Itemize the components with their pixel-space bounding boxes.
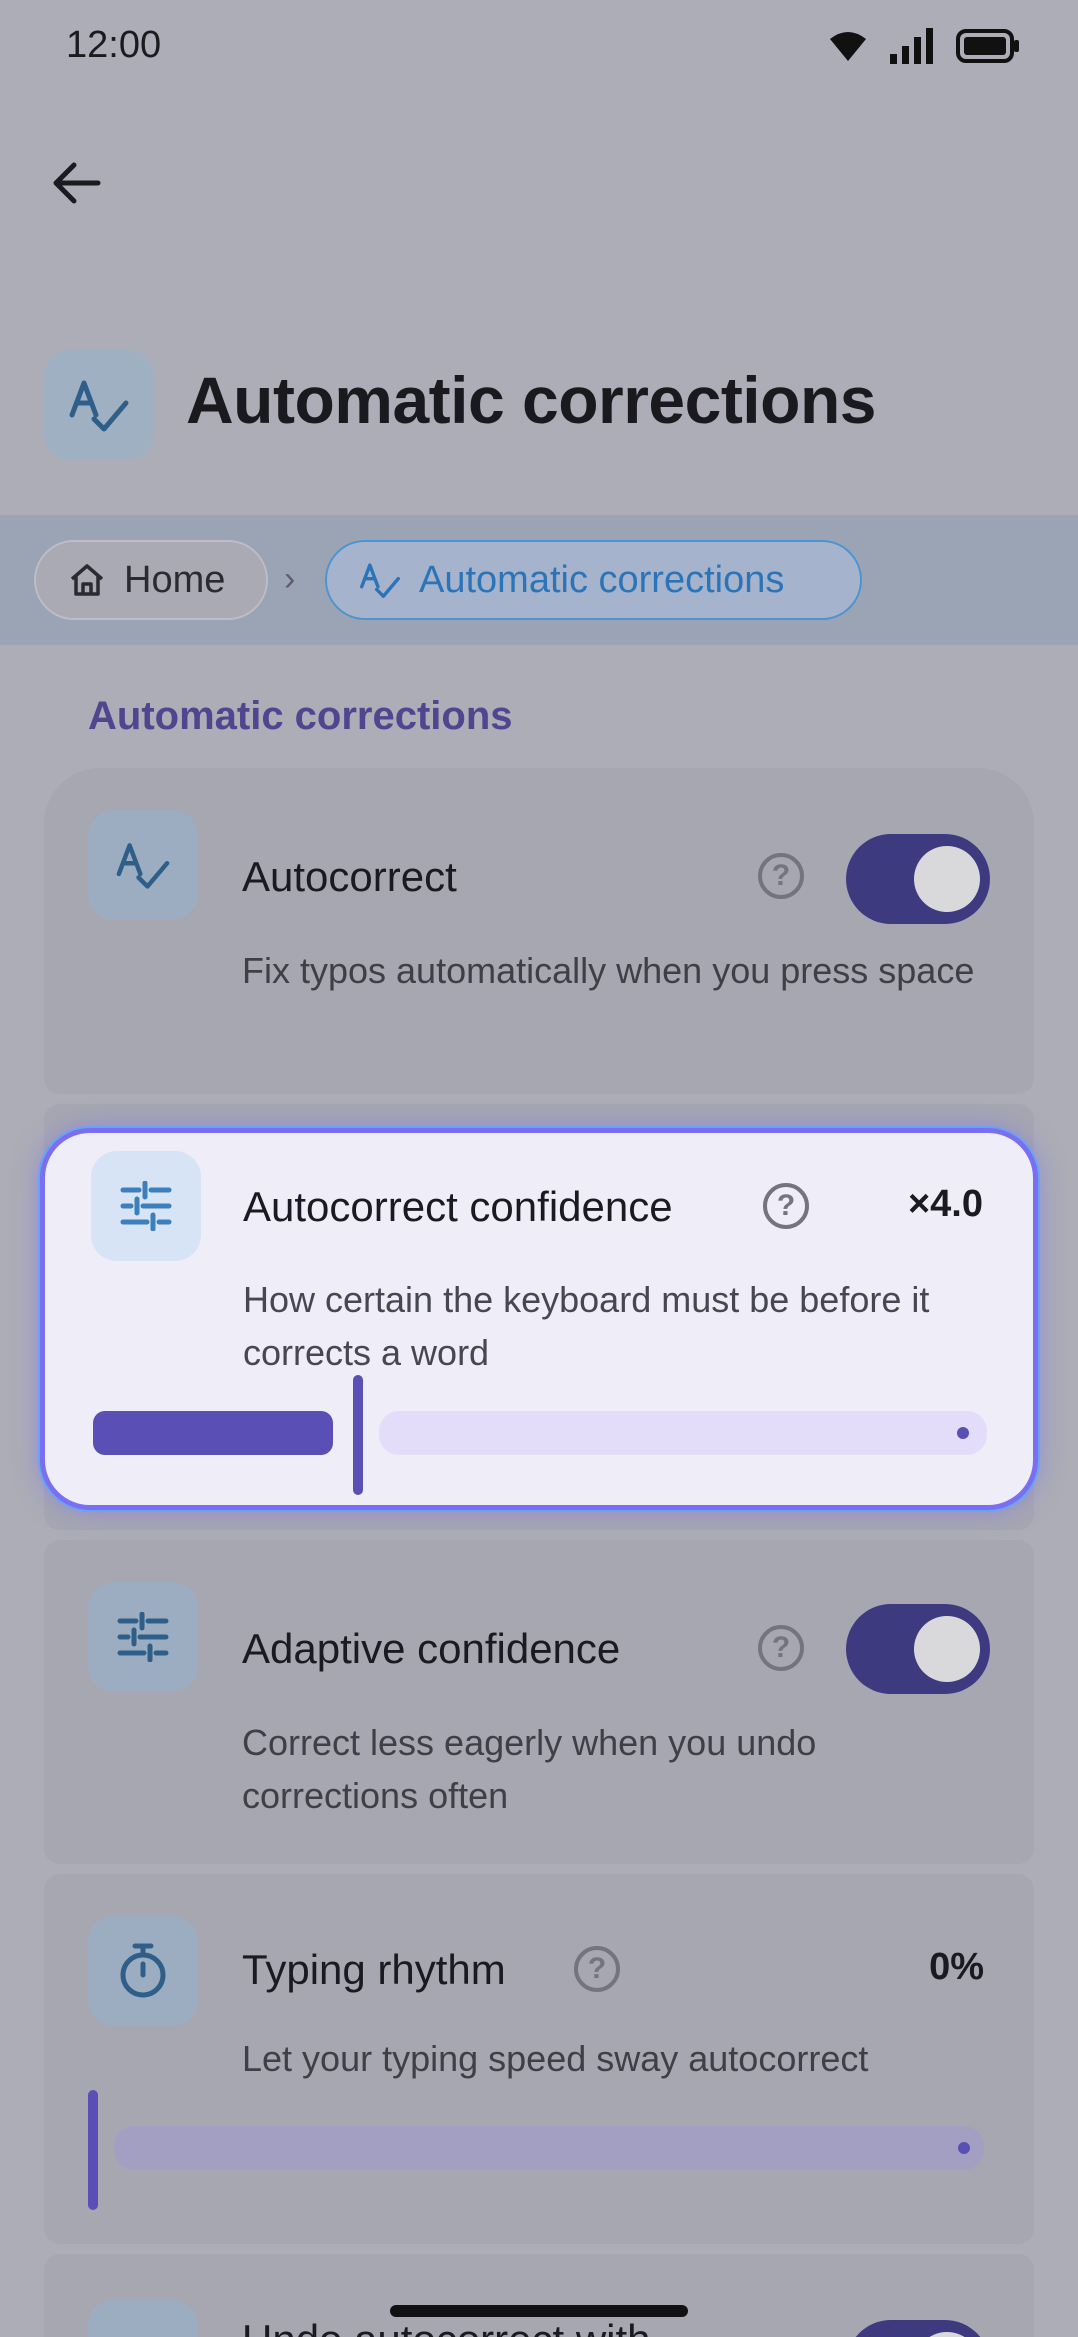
help-icon[interactable]: ? xyxy=(574,1946,620,1992)
slider-end-dot xyxy=(957,1427,969,1439)
autocorrect-toggle[interactable] xyxy=(846,834,990,924)
typing-rhythm-setting: Typing rhythm ? 0% Let your typing speed… xyxy=(44,1874,1034,2244)
status-bar: 12:00 xyxy=(0,0,1078,100)
sliders-icon xyxy=(91,1151,201,1261)
back-button[interactable] xyxy=(44,150,110,216)
slider-track xyxy=(379,1411,987,1455)
timer-icon xyxy=(88,1916,198,2026)
autocorrect-confidence-description: How certain the keyboard must be before … xyxy=(243,1279,930,1373)
autocorrect-confidence-setting[interactable]: Autocorrect confidence ? ×4.0 How certai… xyxy=(40,1128,1038,1510)
signal-icon xyxy=(890,28,933,64)
undo-icon xyxy=(88,2300,198,2337)
undo-autocorrect-setting: Undo autocorrect with xyxy=(44,2254,1034,2337)
battery-icon xyxy=(956,29,1019,63)
sliders-icon xyxy=(88,1582,198,1692)
help-icon[interactable]: ? xyxy=(758,853,804,899)
home-indicator[interactable] xyxy=(390,2305,688,2317)
undo-autocorrect-label: Undo autocorrect with xyxy=(242,2316,651,2337)
slider-end-dot xyxy=(958,2142,970,2154)
slider-track xyxy=(114,2126,984,2170)
status-time: 12:00 xyxy=(66,24,162,66)
autocorrect-description: Fix typos automatically when you press s… xyxy=(242,950,975,991)
adaptive-confidence-toggle[interactable] xyxy=(846,1604,990,1694)
adaptive-confidence-setting: Adaptive confidence ? Correct less eager… xyxy=(44,1540,1034,1864)
typing-rhythm-value: 0% xyxy=(929,1946,984,1988)
breadcrumb-current[interactable]: Automatic corrections xyxy=(325,540,862,620)
spellcheck-icon xyxy=(88,810,198,920)
section-title: Automatic corrections xyxy=(88,694,513,738)
autocorrect-label: Autocorrect xyxy=(242,853,457,900)
slider-fill xyxy=(93,1411,333,1455)
undo-autocorrect-toggle[interactable] xyxy=(846,2320,990,2337)
breadcrumb-current-label: Automatic corrections xyxy=(419,558,785,601)
typing-rhythm-description: Let your typing speed sway autocorrect xyxy=(242,2038,869,2079)
toggle-knob xyxy=(914,1616,980,1682)
toggle-knob xyxy=(914,2332,980,2337)
help-icon[interactable]: ? xyxy=(758,1625,804,1671)
breadcrumb-home-label: Home xyxy=(124,558,226,601)
adaptive-confidence-label: Adaptive confidence xyxy=(242,1625,621,1672)
spellcheck-icon xyxy=(360,563,400,598)
typing-rhythm-label: Typing rhythm xyxy=(242,1946,506,1993)
autocorrect-confidence-value: ×4.0 xyxy=(907,1183,983,1225)
help-icon[interactable]: ? xyxy=(763,1183,809,1229)
spellcheck-icon xyxy=(44,350,154,460)
slider-thumb[interactable] xyxy=(88,2090,98,2210)
breadcrumb-home[interactable]: Home xyxy=(34,540,268,620)
page-title: Automatic corrections xyxy=(186,363,876,437)
arrow-left-icon xyxy=(53,162,101,204)
home-icon xyxy=(70,564,104,596)
toggle-knob xyxy=(914,846,980,912)
slider-thumb[interactable] xyxy=(353,1375,363,1495)
autocorrect-confidence-label: Autocorrect confidence xyxy=(243,1183,673,1230)
status-icons xyxy=(828,28,1020,64)
chevron-right-icon: › xyxy=(284,560,296,598)
wifi-icon xyxy=(830,32,866,61)
autocorrect-setting: Autocorrect ? Fix typos automatically wh… xyxy=(44,768,1034,1094)
adaptive-confidence-description: Correct less eagerly when you undo corre… xyxy=(242,1722,817,1816)
